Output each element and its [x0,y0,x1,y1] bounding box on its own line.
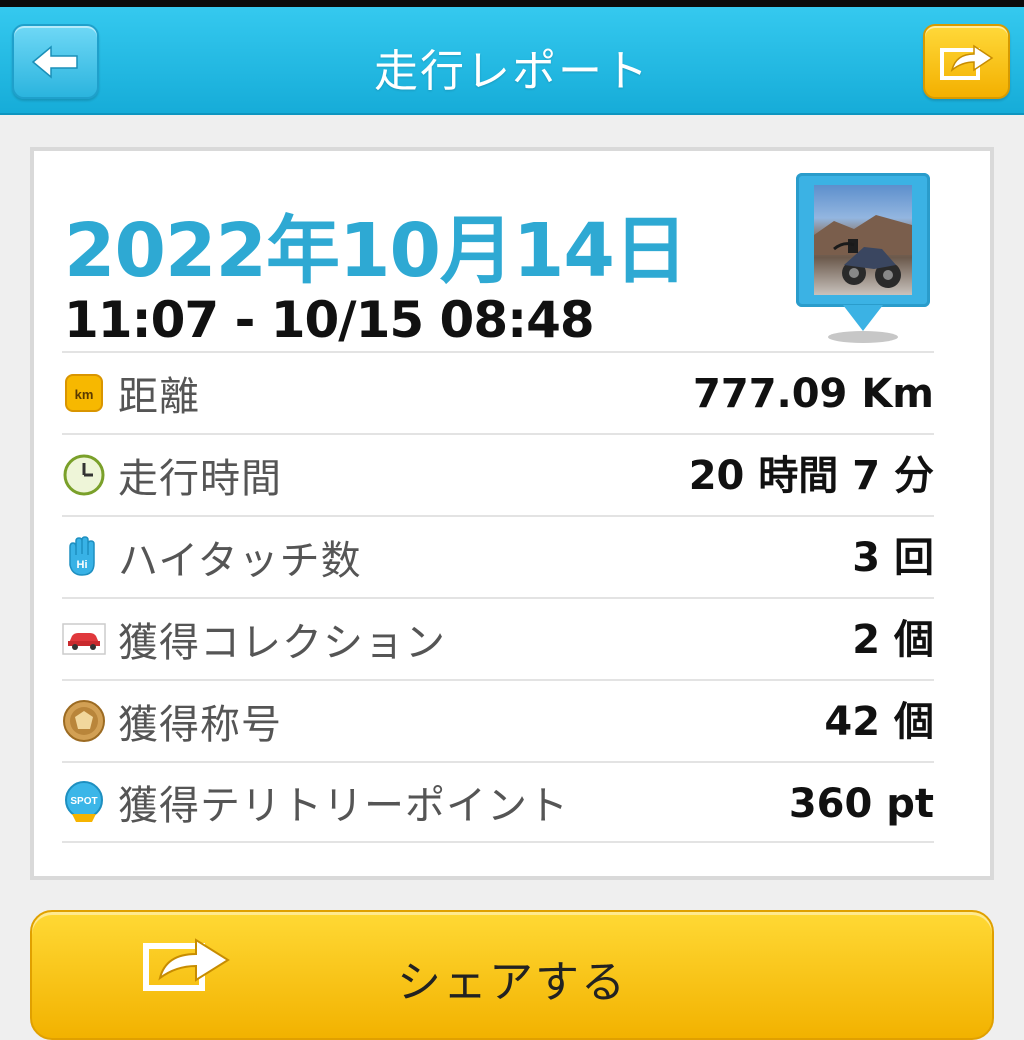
stat-value: 20 時間 7 分 [688,453,934,499]
stat-value: 3 回 [852,535,934,581]
stat-row-collection: 獲得コレクション 2 個 [62,597,934,679]
pin-tail [843,305,883,331]
stat-label: 走行時間 [118,456,282,502]
motorcycle-photo [814,185,912,295]
car-icon [62,617,106,661]
report-date: 2022年10月14日 [64,208,688,294]
stat-value: 360 pt [788,781,934,827]
km-icon: km [62,371,106,415]
stat-row-titles: 獲得称号 42 個 [62,679,934,761]
report-card: 2022年10月14日 11:07 - 10/15 08:48 km 距離 77… [30,147,994,880]
svg-text:SPOT: SPOT [70,796,97,807]
stat-label: ハイタッチ数 [118,538,362,584]
stat-label: 距離 [118,374,200,420]
share-button-label: シェアする [397,957,627,1008]
stat-row-duration: 走行時間 20 時間 7 分 [62,433,934,515]
stats-list: km 距離 777.09 Km 走行時間 20 時間 7 分 Hi ハイタッチ数… [62,351,934,843]
svg-text:Hi: Hi [77,559,88,571]
pin-shadow [828,331,898,343]
page-title: 走行レポート [374,46,650,97]
share-icon [939,44,993,80]
stat-row-territory-points: SPOT 獲得テリトリーポイント 360 pt [62,761,934,843]
share-button-top[interactable] [923,24,1010,99]
app-header: 走行レポート [0,7,1024,115]
svg-text:km: km [75,387,94,402]
stat-label: 獲得称号 [118,702,282,748]
status-bar [0,0,1024,7]
stat-row-high-touch: Hi ハイタッチ数 3 回 [62,515,934,597]
clock-icon [62,453,106,497]
stat-label: 獲得コレクション [118,620,446,666]
stat-value: 777.09 Km [693,371,934,417]
photo-pin[interactable] [796,173,930,343]
report-time-range: 11:07 - 10/15 08:48 [64,291,595,349]
stat-label: 獲得テリトリーポイント [118,783,569,829]
stat-value: 42 個 [824,699,934,745]
medal-icon [62,699,106,743]
stat-row-distance: km 距離 777.09 Km [62,351,934,433]
hi-hand-icon: Hi [62,535,106,579]
spot-icon: SPOT [62,780,106,824]
stat-value: 2 個 [852,617,934,663]
share-button[interactable]: シェアする [30,910,994,1040]
photo-frame [796,173,930,307]
